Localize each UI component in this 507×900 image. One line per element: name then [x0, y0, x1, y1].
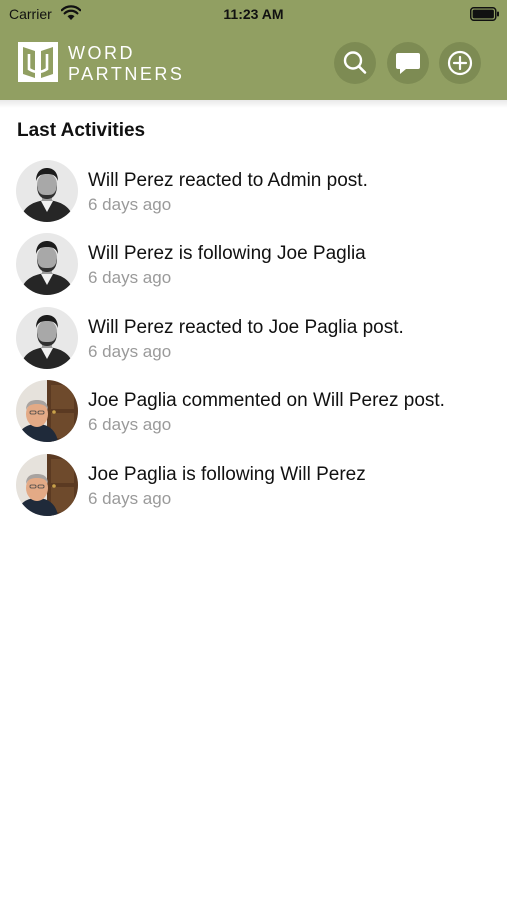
avatar[interactable]: [16, 160, 78, 222]
joe-paglia-avatar: [16, 453, 78, 516]
battery-icon: [470, 7, 499, 21]
activity-time: 6 days ago: [88, 488, 172, 508]
app-header: Carrier 11:23 AM WORD PARTNERS: [0, 0, 507, 100]
will-perez-avatar: [16, 160, 78, 222]
logo-text-partners: PARTNERS: [68, 64, 185, 84]
avatar[interactable]: [16, 380, 78, 443]
activity-item[interactable]: Joe Paglia is following Will Perez 6 day…: [0, 452, 507, 525]
header-shadow: [0, 100, 507, 108]
avatar[interactable]: [16, 306, 78, 369]
activity-time: 6 days ago: [88, 195, 172, 214]
search-button[interactable]: [334, 42, 376, 84]
activity-time: 6 days ago: [88, 268, 172, 288]
app-logo: WORD PARTNERS: [18, 42, 198, 84]
activity-item[interactable]: Will Perez reacted to Admin post. 6 days…: [0, 158, 507, 231]
will-perez-avatar: [16, 306, 78, 369]
activity-text: Will Perez reacted to Joe Paglia post.: [88, 316, 404, 338]
messages-button[interactable]: [387, 42, 429, 84]
activity-list: Will Perez reacted to Admin post. 6 days…: [0, 158, 507, 525]
search-icon: [343, 51, 367, 74]
activity-text: Will Perez reacted to Admin post.: [88, 170, 368, 191]
section-title: Last Activities: [17, 120, 146, 141]
plus-circle-icon: [447, 50, 473, 76]
avatar[interactable]: [16, 233, 78, 296]
activity-text: Joe Paglia commented on Will Perez post.: [88, 390, 445, 412]
logo-text-word: WORD: [68, 43, 135, 63]
status-time: 11:23 AM: [223, 6, 284, 22]
add-post-button[interactable]: [439, 42, 481, 84]
logo-mark-icon: [18, 42, 58, 82]
status-bar: Carrier 11:23 AM: [0, 0, 507, 28]
activity-time: 6 days ago: [88, 415, 172, 435]
activity-item[interactable]: Joe Paglia commented on Will Perez post.…: [0, 378, 507, 451]
activity-text: Will Perez is following Joe Paglia: [88, 243, 366, 265]
avatar[interactable]: [16, 453, 78, 516]
activity-item[interactable]: Will Perez is following Joe Paglia 6 day…: [0, 231, 507, 304]
chat-bubble-icon: [396, 53, 420, 74]
will-perez-avatar: [16, 233, 78, 296]
app-screen: Carrier 11:23 AM WORD PARTNERS Last Acti…: [0, 0, 507, 900]
activity-time: 6 days ago: [88, 341, 172, 361]
activity-item[interactable]: Will Perez reacted to Joe Paglia post. 6…: [0, 305, 507, 378]
activity-text: Joe Paglia is following Will Perez: [88, 463, 366, 485]
joe-paglia-avatar: [16, 380, 78, 443]
